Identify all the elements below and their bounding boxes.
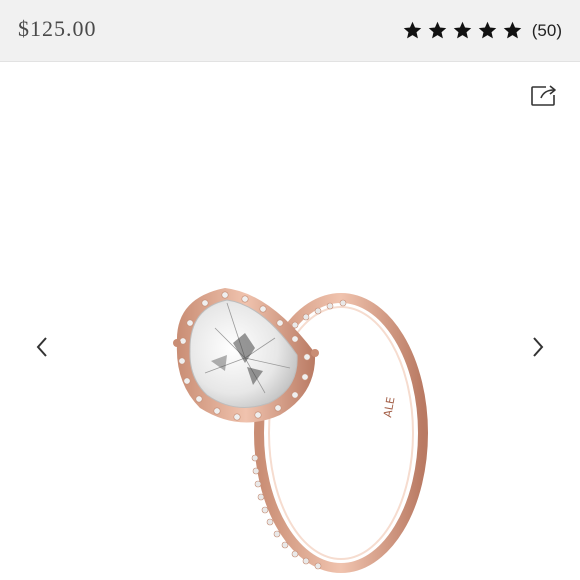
product-header: $125.00 (50) [0, 0, 580, 62]
share-button[interactable] [530, 81, 560, 109]
share-icon [531, 83, 558, 106]
star-icon [477, 20, 498, 41]
engraving-text: ALE [381, 396, 397, 419]
star-icon [502, 20, 523, 41]
star-icon [402, 20, 423, 41]
star-icon [452, 20, 473, 41]
review-count[interactable]: (50) [532, 21, 562, 41]
next-image-button[interactable] [526, 333, 550, 361]
product-rating[interactable]: (50) [402, 20, 562, 41]
previous-image-button[interactable] [30, 333, 54, 361]
chevron-left-icon [36, 337, 47, 357]
product-price: $125.00 [18, 16, 97, 41]
star-icon [427, 20, 448, 41]
chevron-right-icon [533, 337, 544, 357]
image-gallery: ALE [0, 63, 580, 580]
product-image: ALE [145, 243, 445, 580]
